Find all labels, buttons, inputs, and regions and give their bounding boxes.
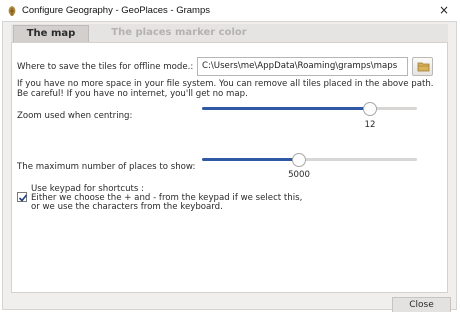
slider-handle[interactable] bbox=[292, 153, 306, 167]
max-places-slider[interactable] bbox=[202, 153, 417, 167]
browse-folder-button[interactable] bbox=[412, 57, 433, 76]
zoom-slider[interactable] bbox=[202, 102, 417, 116]
tiles-path-label: Where to save the tiles for offline mode… bbox=[17, 62, 194, 72]
slider-handle[interactable] bbox=[363, 102, 377, 116]
zoom-value: 12 bbox=[364, 120, 376, 130]
tab-the-map[interactable]: The map bbox=[13, 25, 89, 42]
zoom-label: Zoom used when centring: bbox=[17, 111, 133, 121]
slider-fill bbox=[202, 107, 370, 110]
info-text-line-1: If you have no more space in your file s… bbox=[17, 79, 434, 89]
max-places-label: The maximum number of places to show: bbox=[17, 162, 196, 172]
map-settings-panel: Where to save the tiles for offline mode… bbox=[11, 42, 448, 293]
tab-bar: The map The places marker color bbox=[11, 24, 448, 42]
close-icon[interactable]: × bbox=[436, 2, 452, 18]
keypad-checkbox[interactable] bbox=[17, 192, 28, 202]
tiles-path-input[interactable]: C:\Users\me\AppData\Roaming\gramps\maps bbox=[197, 57, 408, 76]
close-button[interactable]: Close bbox=[392, 297, 451, 312]
title-bar: Configure Geography - GeoPlaces - Gramps… bbox=[0, 0, 460, 21]
dialog-body: The map The places marker color Where to… bbox=[2, 21, 457, 312]
keypad-description-line-2: or we use the characters from the keyboa… bbox=[31, 202, 223, 212]
gramps-app-icon bbox=[6, 5, 18, 17]
max-places-value: 5000 bbox=[288, 170, 310, 180]
folder-icon bbox=[417, 62, 430, 72]
window-title: Configure Geography - GeoPlaces - Gramps bbox=[22, 5, 210, 16]
info-text-line-2: Be careful! If you have no internet, you… bbox=[17, 89, 248, 99]
slider-fill bbox=[202, 158, 299, 161]
check-icon bbox=[18, 194, 28, 202]
tab-places-marker-color[interactable]: The places marker color bbox=[99, 25, 259, 42]
